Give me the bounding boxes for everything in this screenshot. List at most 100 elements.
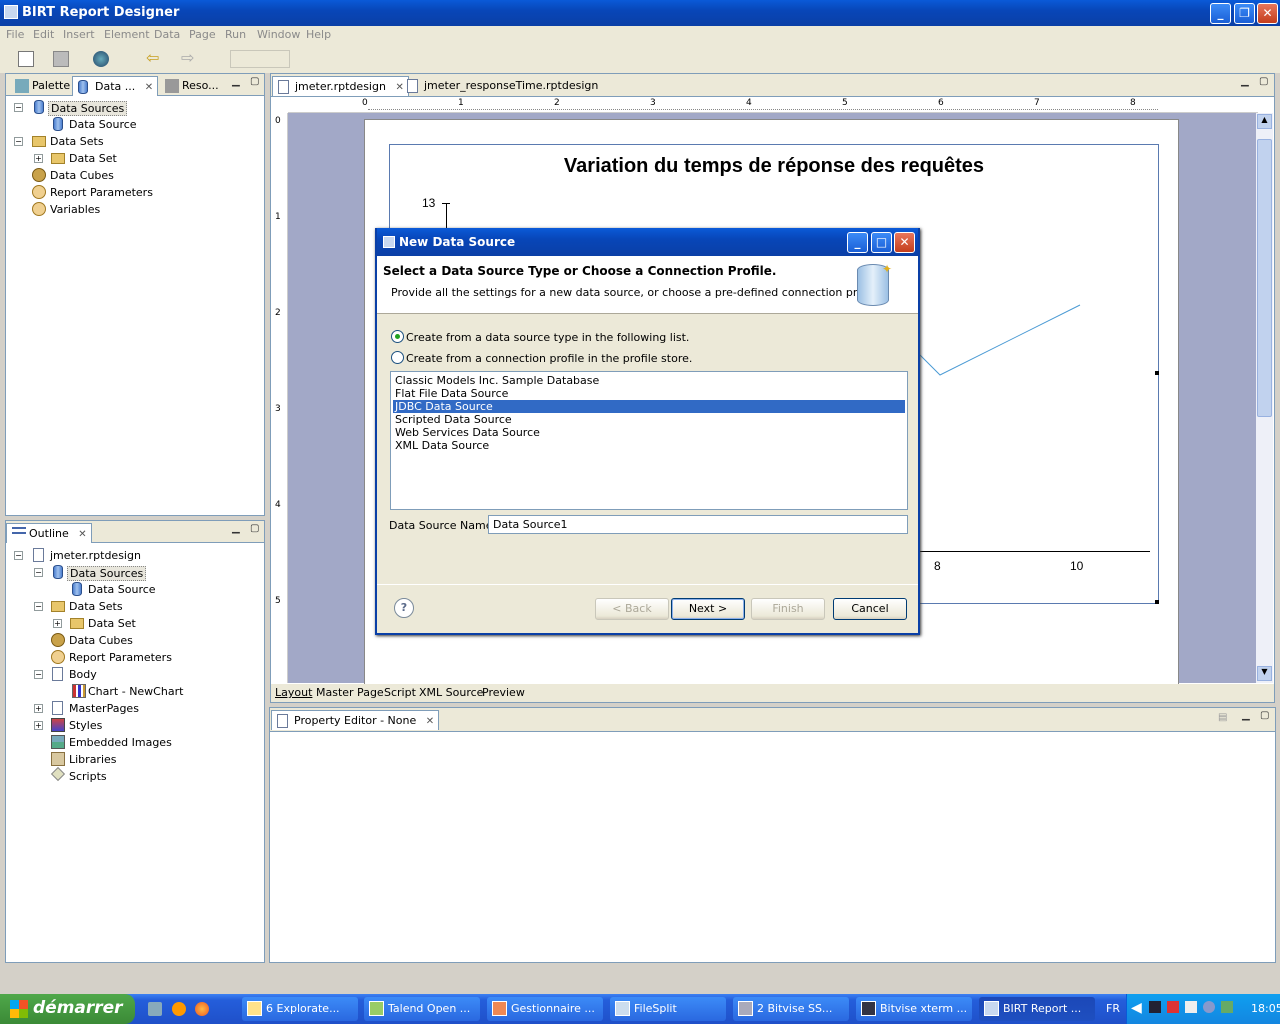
dialog-minimize-button[interactable]: _ bbox=[847, 232, 868, 253]
menu-edit[interactable]: Edit bbox=[33, 28, 54, 41]
dialog-app-icon bbox=[383, 236, 395, 248]
task-filesplit[interactable]: FileSplit bbox=[610, 997, 726, 1021]
collapse-icon[interactable]: − bbox=[14, 551, 23, 560]
horizontal-ruler: 0 1 2 3 4 5 6 7 8 bbox=[288, 97, 1258, 113]
language-indicator[interactable]: FR bbox=[1106, 1002, 1120, 1015]
tab-resource-explorer[interactable]: Reso... bbox=[160, 76, 223, 96]
menu-file[interactable]: File bbox=[6, 28, 24, 41]
view-menu-icon[interactable]: ▤ bbox=[1218, 712, 1227, 723]
radio-connection-profile-label[interactable]: Create from a connection profile in the … bbox=[406, 352, 692, 365]
close-tab-icon[interactable]: ✕ bbox=[145, 82, 153, 93]
radio-data-source-type[interactable] bbox=[391, 330, 404, 343]
tab-palette[interactable]: Palette bbox=[10, 76, 74, 96]
minimize-view-icon[interactable]: ▁ bbox=[1241, 76, 1249, 87]
quicklaunch-media-icon[interactable] bbox=[172, 1002, 186, 1016]
task-talend[interactable]: Talend Open ... bbox=[364, 997, 480, 1021]
tab-jmeter-responsetime[interactable]: jmeter_responseTime.rptdesign bbox=[402, 76, 602, 96]
list-item[interactable]: XML Data Source bbox=[393, 439, 905, 452]
tab-property-editor[interactable]: Property Editor - None ✕ bbox=[271, 710, 440, 730]
tab-xml-source[interactable]: XML Source bbox=[419, 686, 483, 699]
minimize-button[interactable]: _ bbox=[1210, 3, 1231, 24]
menu-element[interactable]: Element bbox=[104, 28, 150, 41]
data-source-name-input[interactable] bbox=[488, 515, 908, 534]
dialog-maximize-button[interactable]: □ bbox=[871, 232, 892, 253]
list-item[interactable]: Flat File Data Source bbox=[393, 387, 905, 400]
tray-network-icon[interactable] bbox=[1203, 1001, 1215, 1013]
task-explorer[interactable]: 6 Explorate... bbox=[242, 997, 358, 1021]
minimize-view-icon[interactable]: ▁ bbox=[1242, 710, 1250, 721]
tray-terminal-icon[interactable] bbox=[1149, 1001, 1161, 1013]
expand-icon[interactable]: + bbox=[34, 721, 43, 730]
tab-layout[interactable]: Layout bbox=[275, 686, 312, 699]
collapse-icon[interactable]: − bbox=[14, 103, 23, 112]
restore-button[interactable]: ❐ bbox=[1234, 3, 1255, 24]
zoom-combo[interactable] bbox=[230, 50, 290, 68]
menu-page[interactable]: Page bbox=[189, 28, 216, 41]
maximize-view-icon[interactable]: ▢ bbox=[250, 523, 259, 534]
start-button[interactable]: démarrer bbox=[0, 994, 135, 1024]
dialog-close-button[interactable]: ✕ bbox=[894, 232, 915, 253]
collapse-icon[interactable]: − bbox=[34, 602, 43, 611]
quicklaunch-firefox-icon[interactable] bbox=[195, 1002, 209, 1016]
tab-master-page[interactable]: Master Page bbox=[316, 686, 384, 699]
new-file-icon[interactable] bbox=[18, 51, 34, 67]
minimize-view-icon[interactable]: ▁ bbox=[232, 76, 240, 87]
close-tab-icon[interactable]: ✕ bbox=[78, 529, 86, 540]
collapse-icon[interactable]: − bbox=[34, 670, 43, 679]
menu-run[interactable]: Run bbox=[225, 28, 246, 41]
save-icon[interactable] bbox=[53, 51, 69, 67]
cancel-button[interactable]: Cancel bbox=[833, 598, 907, 620]
undo-arrow-icon[interactable]: ⇦ bbox=[146, 50, 162, 67]
editor-vertical-scrollbar[interactable]: ▲ ▼ bbox=[1256, 113, 1273, 683]
back-button[interactable]: < Back bbox=[595, 598, 669, 620]
tray-expand-icon[interactable]: ◀ bbox=[1131, 1000, 1142, 1016]
property-editor-tabstrip: Property Editor - None ✕ ▤ ▁ ▢ bbox=[270, 708, 1275, 732]
scroll-thumb[interactable] bbox=[1257, 139, 1272, 417]
expand-icon[interactable]: + bbox=[34, 154, 43, 163]
list-item-selected[interactable]: JDBC Data Source bbox=[393, 400, 905, 413]
finish-button[interactable]: Finish bbox=[751, 598, 825, 620]
tray-monitor-icon[interactable] bbox=[1185, 1001, 1197, 1013]
maximize-view-icon[interactable]: ▢ bbox=[1260, 710, 1269, 721]
list-item[interactable]: Web Services Data Source bbox=[393, 426, 905, 439]
tab-jmeter-rptdesign[interactable]: jmeter.rptdesign ✕ bbox=[272, 76, 409, 96]
tray-security-icon[interactable] bbox=[1221, 1001, 1233, 1013]
embedded-images-icon bbox=[51, 735, 65, 749]
menu-window[interactable]: Window bbox=[257, 28, 300, 41]
tab-data-explorer[interactable]: Data ... ✕ bbox=[72, 76, 158, 96]
maximize-view-icon[interactable]: ▢ bbox=[250, 76, 259, 87]
radio-connection-profile[interactable] bbox=[391, 351, 404, 364]
expand-icon[interactable]: + bbox=[53, 619, 62, 628]
task-gestionnaire[interactable]: Gestionnaire ... bbox=[487, 997, 603, 1021]
menu-data[interactable]: Data bbox=[154, 28, 180, 41]
preview-globe-icon[interactable] bbox=[93, 51, 109, 67]
help-icon[interactable]: ? bbox=[394, 598, 414, 618]
task-bitvise-ssh[interactable]: 2 Bitvise SS... bbox=[733, 997, 849, 1021]
tab-script[interactable]: Script bbox=[384, 686, 416, 699]
scroll-down-arrow-icon[interactable]: ▼ bbox=[1257, 666, 1272, 681]
list-item[interactable]: Scripted Data Source bbox=[393, 413, 905, 426]
tab-outline[interactable]: Outline ✕ bbox=[6, 523, 92, 543]
maximize-view-icon[interactable]: ▢ bbox=[1259, 76, 1268, 87]
tray-app-icon[interactable] bbox=[1167, 1001, 1179, 1013]
resize-handle[interactable] bbox=[1155, 371, 1159, 375]
redo-arrow-icon[interactable]: ⇨ bbox=[181, 50, 197, 67]
close-tab-icon[interactable]: ✕ bbox=[426, 716, 434, 727]
expand-icon[interactable]: + bbox=[34, 704, 43, 713]
close-button[interactable]: ✕ bbox=[1257, 3, 1278, 24]
collapse-icon[interactable]: − bbox=[14, 137, 23, 146]
task-birt-report[interactable]: BIRT Report ... bbox=[979, 997, 1095, 1021]
tab-preview[interactable]: Preview bbox=[482, 686, 525, 699]
list-item[interactable]: Classic Models Inc. Sample Database bbox=[393, 374, 905, 387]
minimize-view-icon[interactable]: ▁ bbox=[232, 523, 240, 534]
data-source-type-list[interactable]: Classic Models Inc. Sample Database Flat… bbox=[390, 371, 908, 510]
menu-help[interactable]: Help bbox=[306, 28, 331, 41]
next-button[interactable]: Next > bbox=[671, 598, 745, 620]
quicklaunch-desktop-icon[interactable] bbox=[148, 1002, 162, 1016]
scroll-up-arrow-icon[interactable]: ▲ bbox=[1257, 114, 1272, 129]
task-bitvise-xterm[interactable]: Bitvise xterm ... bbox=[856, 997, 972, 1021]
menu-insert[interactable]: Insert bbox=[63, 28, 95, 41]
radio-data-source-type-label[interactable]: Create from a data source type in the fo… bbox=[406, 331, 689, 344]
collapse-icon[interactable]: − bbox=[34, 568, 43, 577]
resize-handle[interactable] bbox=[1155, 600, 1159, 604]
